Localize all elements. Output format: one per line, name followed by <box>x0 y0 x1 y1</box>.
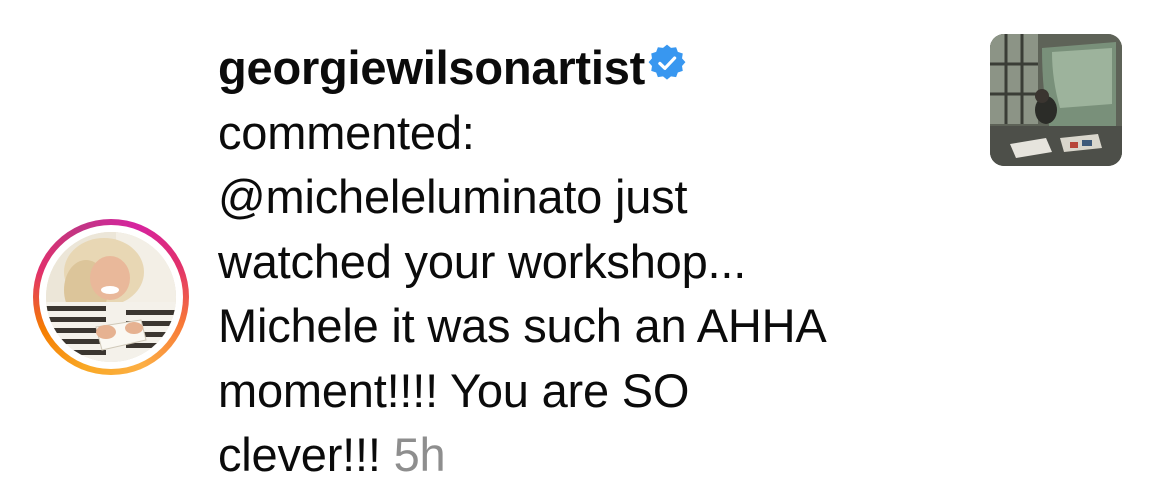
notification-text: georgiewilsonartist commented: @michelel… <box>218 36 978 488</box>
verified-badge-icon <box>648 44 686 80</box>
timestamp: 5h <box>393 428 446 481</box>
comment-line: moment!!!! You are SO <box>218 363 690 417</box>
avatar[interactable] <box>33 219 189 375</box>
post-thumbnail-image <box>990 34 1122 166</box>
comment-line: Michele it was such an AHHA <box>218 299 827 352</box>
avatar-image <box>46 232 176 362</box>
username-link[interactable]: georgiewilsonartist <box>218 41 645 94</box>
comment-line: watched your workshop... <box>218 234 747 288</box>
comment-notification[interactable]: georgiewilsonartist commented: @michelel… <box>0 0 1164 497</box>
comment-last-line: clever!!! 5h <box>218 423 978 488</box>
comment-line: @micheleluminato just <box>218 170 688 223</box>
username-line: georgiewilsonartist <box>218 36 978 101</box>
post-thumbnail[interactable] <box>990 34 1122 166</box>
action-text: commented: <box>218 105 475 159</box>
avatar-photo <box>46 232 176 362</box>
comment-line: clever!!! <box>218 428 381 481</box>
